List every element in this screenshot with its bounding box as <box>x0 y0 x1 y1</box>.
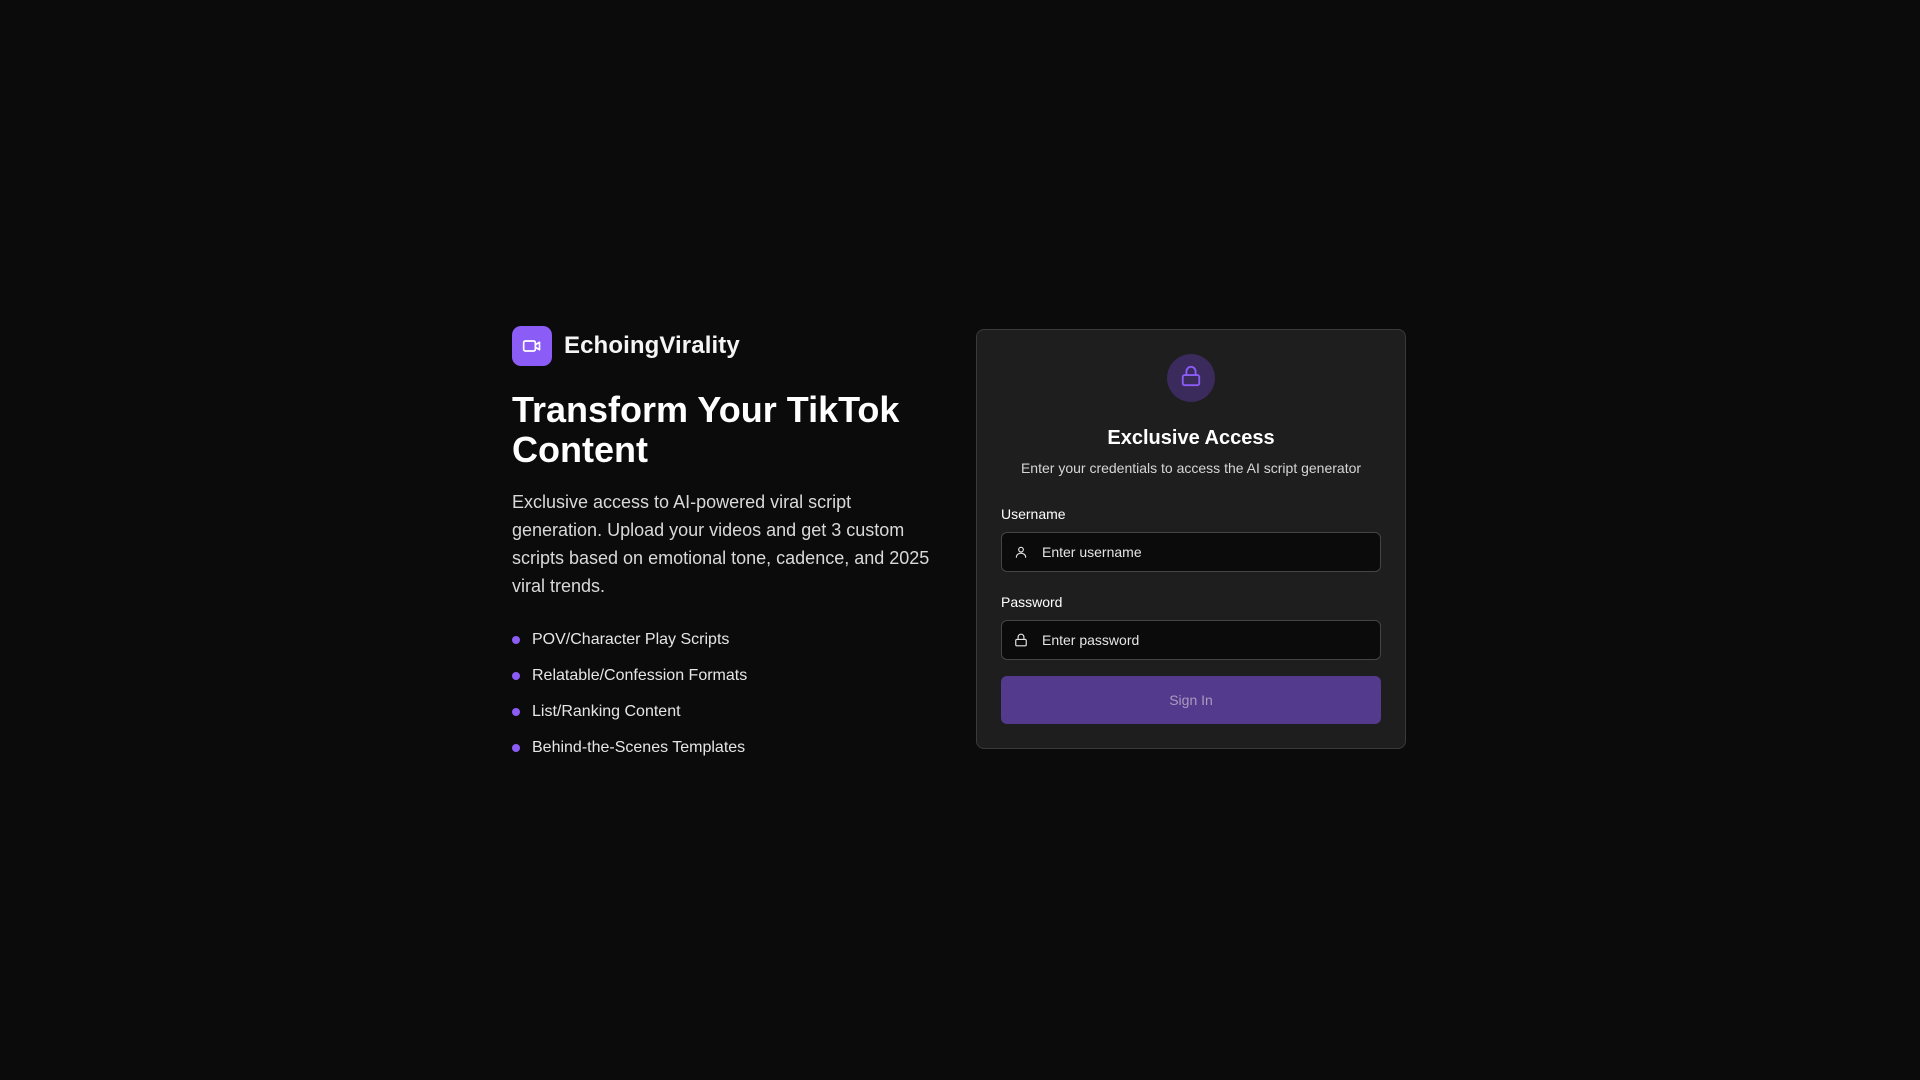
lock-icon <box>1180 365 1202 392</box>
feature-item: Relatable/Confession Formats <box>512 658 940 694</box>
feature-label: POV/Character Play Scripts <box>532 631 730 648</box>
password-input[interactable] <box>1001 620 1381 660</box>
lock-badge <box>1167 354 1215 402</box>
user-icon <box>1013 544 1029 560</box>
page-headline: Transform Your TikTok Content <box>512 389 900 470</box>
bullet-dot-icon <box>512 672 520 680</box>
feature-item: Behind-the-Scenes Templates <box>512 730 940 766</box>
feature-item: POV/Character Play Scripts <box>512 622 940 658</box>
username-input[interactable] <box>1001 532 1381 572</box>
password-field-wrapper <box>1001 620 1381 660</box>
feature-label: List/Ranking Content <box>532 703 681 720</box>
feature-item: List/Ranking Content <box>512 694 940 730</box>
username-field-wrapper <box>1001 532 1381 572</box>
bullet-dot-icon <box>512 744 520 752</box>
login-page: EchoingVirality Transform Your TikTok Co… <box>0 0 1920 1080</box>
brand: EchoingVirality <box>512 326 940 366</box>
lock-icon <box>1013 632 1029 648</box>
password-label: Password <box>1001 594 1063 610</box>
login-card: Exclusive Access Enter your credentials … <box>976 329 1406 749</box>
hero-section: EchoingVirality Transform Your TikTok Co… <box>512 326 940 766</box>
feature-label: Relatable/Confession Formats <box>532 667 748 684</box>
feature-list: POV/Character Play Scripts Relatable/Con… <box>512 622 940 766</box>
bullet-dot-icon <box>512 708 520 716</box>
feature-label: Behind-the-Scenes Templates <box>532 739 746 756</box>
sign-in-button[interactable]: Sign In <box>1001 676 1381 724</box>
brand-name: EchoingVirality <box>564 332 740 359</box>
username-label: Username <box>1001 506 1066 522</box>
hero-description: Exclusive access to AI-powered viral scr… <box>512 492 930 596</box>
card-subtitle: Enter your credentials to access the AI … <box>1020 460 1362 476</box>
card-title: Exclusive Access <box>1107 427 1275 449</box>
bullet-dot-icon <box>512 636 520 644</box>
video-camera-icon <box>512 326 552 366</box>
